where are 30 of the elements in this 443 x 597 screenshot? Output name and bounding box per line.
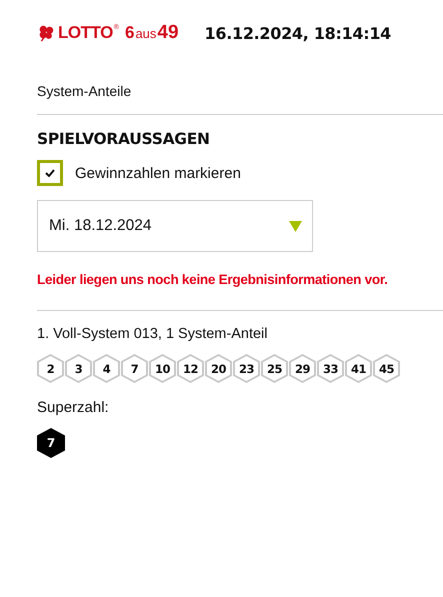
check-icon (45, 169, 55, 177)
error-message: Leider liegen uns noch keine Ergebnisinformationen vor. (37, 272, 389, 287)
number-ball: 3 (65, 354, 92, 383)
caret-icon (289, 220, 302, 232)
number-ball: 7 (121, 354, 148, 383)
number-ball: 12 (177, 354, 204, 383)
dropdown-value: Mi. 18.12.2024 (49, 217, 152, 235)
number-ball: 2 (37, 354, 64, 383)
logo-number: 49 (157, 22, 179, 44)
number-ball: 45 (373, 354, 400, 383)
logo-text: aus (135, 26, 156, 41)
number-ball: 20 (205, 354, 232, 383)
section-title: System-Anteile (36, 82, 132, 101)
logo-number: 6 (124, 23, 134, 43)
timestamp: 16.12.2024, 18:14:14 (204, 24, 392, 42)
number-ball: 10 (149, 354, 176, 383)
checkbox[interactable] (37, 160, 63, 186)
date-dropdown[interactable]: Mi. 18.12.2024 (37, 200, 313, 252)
ticket-title: 1. Voll-System 013, 1 System-Anteil (37, 326, 268, 342)
number-ball: 23 (233, 354, 260, 383)
superzahl-label: Superzahl: (37, 399, 110, 416)
number-ball: 29 (289, 354, 316, 383)
number-ball: 41 (345, 354, 372, 383)
logo-text: LOTTO (58, 23, 113, 43)
clover-icon (37, 24, 55, 42)
number-ball: 33 (317, 354, 344, 383)
section-heading: SPIELVORAUSSAGEN (37, 130, 211, 148)
number-ball: 25 (261, 354, 288, 383)
checkbox-label: Gewinnzahlen markieren (75, 164, 241, 182)
number-ball: 4 (93, 354, 120, 383)
